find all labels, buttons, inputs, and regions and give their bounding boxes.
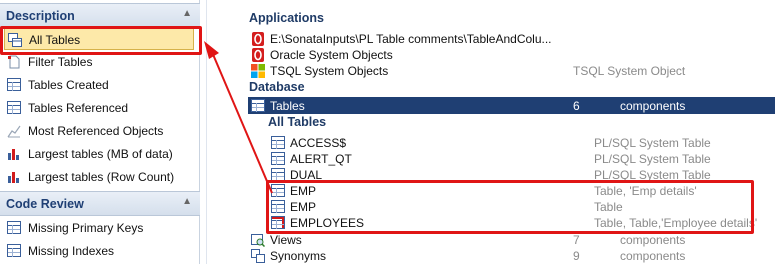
annotation-arrow	[204, 41, 273, 194]
